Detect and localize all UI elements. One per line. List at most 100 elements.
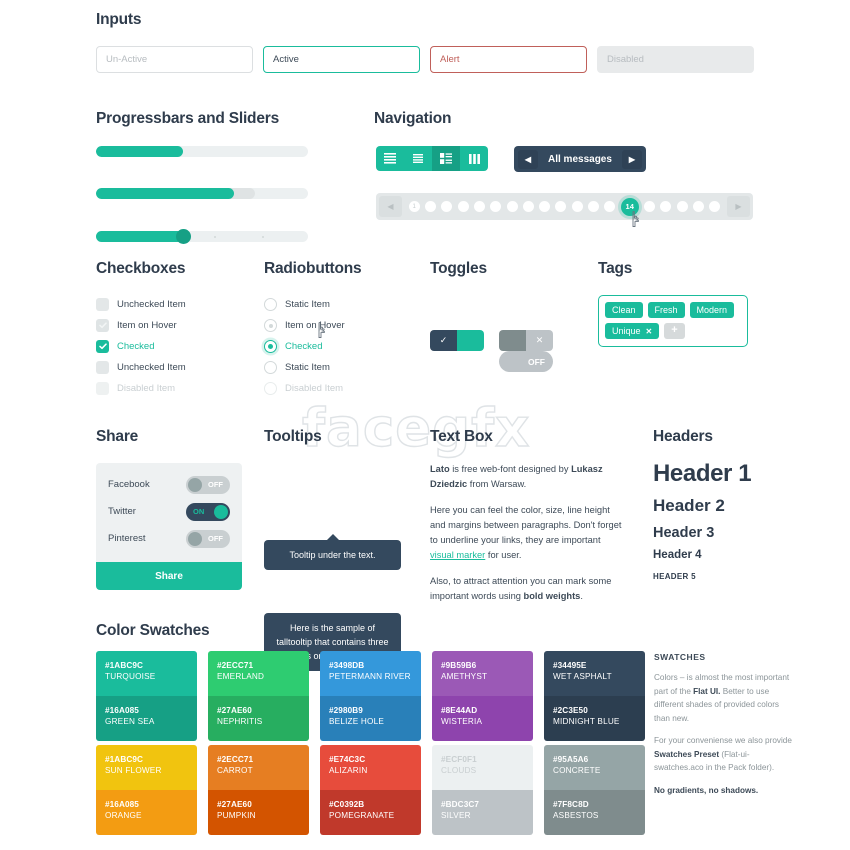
textbox-content: Lato is free web-font designed by Lukasz… [430,462,622,615]
input-unactive[interactable]: Un-Active [96,46,253,73]
share-toggle-knob[interactable] [188,477,202,492]
section-title-tooltips: Tooltips [264,428,322,445]
swatch-name: CARROT [217,766,253,775]
radiobutton-label: Disabled Item [285,383,344,394]
view-mode-switcher[interactable] [376,146,488,171]
section-title-progressbars: Progressbars and Sliders [96,110,280,127]
columns-view-icon[interactable] [460,146,488,171]
toggle-off[interactable]: OFF [499,351,553,372]
share-toggle-facebook[interactable]: OFF [186,475,230,494]
input-alert[interactable]: Alert [430,46,587,73]
swatch-name: ALIZARIN [329,766,368,775]
pagination-dot[interactable] [660,201,672,212]
checkbox-row[interactable]: Disabled Item [96,378,186,399]
toggle-cross-knob[interactable] [499,330,526,351]
radiobutton-row[interactable]: Static Item [264,357,345,378]
tag-label: Unique [612,326,641,336]
radiobutton-row[interactable]: Static Item [264,294,345,315]
progressbar-1 [96,146,308,157]
share-toggle-knob[interactable] [188,531,202,546]
textbox-visual-marker-link[interactable]: visual marker [430,550,485,560]
pagination-dot[interactable] [506,201,518,212]
pagination-dot[interactable]: 1 [408,201,420,212]
pagination-dot[interactable] [490,201,502,212]
radiobutton-static-icon[interactable] [264,361,277,374]
checkbox-row[interactable]: Item on Hover [96,315,186,336]
pagination-dot[interactable] [473,201,485,212]
radiobutton-row[interactable]: Checked [264,336,345,357]
slider[interactable] [96,229,308,244]
checkbox-label: Unchecked Item [117,362,186,373]
pagination[interactable]: ◀ 1 14 ▶ [376,193,753,220]
radiobutton-checked-icon[interactable] [264,340,277,353]
checkbox-row[interactable]: Checked [96,336,186,357]
tags-box[interactable]: Clean Fresh Modern Unique ✕ + [598,295,748,347]
slider-knob[interactable] [176,229,191,244]
share-button[interactable]: Share [96,562,242,590]
pagination-dot[interactable] [604,201,616,212]
checkbox-unchecked-icon[interactable] [96,298,109,311]
radiobutton-row[interactable]: Item on Hover [264,315,345,336]
pagination-dot[interactable] [692,201,704,212]
swatch-cell: #2ECC71 CARROT [208,745,309,790]
pagination-dot[interactable] [457,201,469,212]
checkbox-hover-icon[interactable] [96,319,109,332]
pagination-dot[interactable] [555,201,567,212]
pagination-dot[interactable] [571,201,583,212]
checkbox-row[interactable]: Unchecked Item [96,357,186,378]
share-network-name: Facebook [108,479,150,490]
list-view-icon[interactable] [376,146,404,171]
pagination-dot[interactable] [539,201,551,212]
prev-arrow-icon[interactable]: ◀ [518,149,538,169]
checkbox-label: Disabled Item [117,383,176,394]
input-active[interactable]: Active [263,46,420,73]
next-arrow-icon[interactable]: ▶ [621,149,642,169]
pagination-dot[interactable] [709,201,721,212]
radiobutton-hover-icon[interactable] [264,319,277,332]
checkbox-checked-icon[interactable] [96,340,109,353]
mouse-cursor-icon [318,322,325,338]
pagination-dot[interactable] [588,201,600,212]
radiobutton-static-icon[interactable] [264,298,277,311]
toggle-check[interactable]: ✓ [430,330,484,351]
compact-list-icon[interactable] [404,146,432,171]
pagination-dot[interactable] [441,201,453,212]
checkbox-disabled-icon[interactable] [96,382,109,395]
share-network-name: Pinterest [108,533,146,544]
share-network-name: Twitter [108,506,136,517]
textbox-paragraph-3: Also, to attract attention you can mark … [430,574,622,604]
pagination-dot[interactable] [644,201,656,212]
message-nav[interactable]: ◀ All messages ▶ [514,146,646,172]
swatch-name: WISTERIA [441,717,483,726]
radiobutton-dot [268,323,273,328]
section-title-headers: Headers [653,428,713,445]
tag-remove-icon[interactable]: ✕ [646,327,653,336]
toggle-cross[interactable]: ✕ [499,330,553,351]
checkbox-row[interactable]: Unchecked Item [96,294,186,315]
checkbox-unchecked-icon[interactable] [96,361,109,374]
radiobutton-label: Static Item [285,362,330,373]
pagination-dots[interactable]: 1 14 [402,197,727,216]
toggle-check-knob[interactable] [457,330,484,351]
swatch-cell: #2ECC71 EMERLAND [208,651,309,696]
pagination-next[interactable]: ▶ [727,196,750,217]
swatch-name: AMETHYST [441,672,488,681]
toggle-check-glyph: ✓ [430,330,457,351]
pagination-dot[interactable] [676,201,688,212]
share-toggle-knob[interactable] [214,504,228,519]
tag-add-button[interactable]: + [664,323,685,339]
tag-item[interactable]: Modern [689,302,735,318]
pagination-dot[interactable] [522,201,534,212]
tag-item[interactable]: Clean [605,302,643,318]
tag-item[interactable]: Fresh [647,302,685,318]
swatch-name: SILVER [441,811,471,820]
tag-removable[interactable]: Unique ✕ [605,323,660,339]
share-toggle-pinterest[interactable]: OFF [186,529,230,548]
pagination-prev[interactable]: ◀ [379,196,402,217]
grid-view-icon[interactable] [432,146,460,171]
pagination-dot[interactable] [424,201,436,212]
radiobutton-disabled-icon[interactable] [264,382,277,395]
message-nav-label: All messages [548,153,612,165]
radiobutton-row[interactable]: Disabled Item [264,378,345,399]
share-toggle-twitter[interactable]: ON [186,502,230,521]
